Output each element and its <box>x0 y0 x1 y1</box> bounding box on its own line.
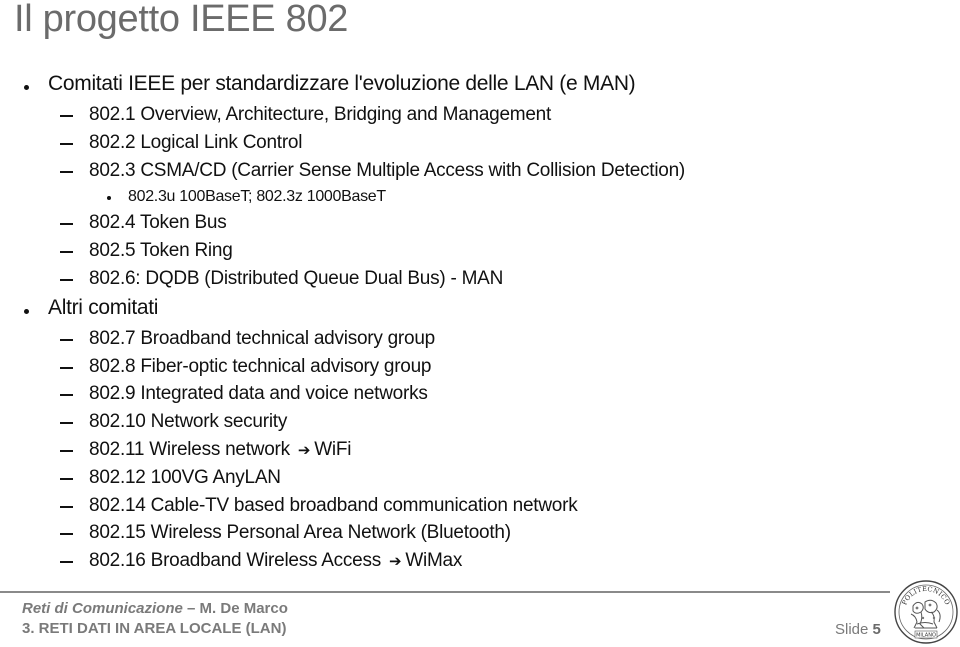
arrow-target-text: WiMax <box>405 550 463 571</box>
dash-icon <box>60 367 73 369</box>
sub-bullet-text: 802.2 Logical Link Control <box>89 132 303 153</box>
sub-bullet-text: 802.8 Fiber-optic technical advisory gro… <box>89 356 432 377</box>
sub-bullet-line: 802.11 Wireless network ➔ WiFi <box>89 439 351 461</box>
slide-number: Slide 5 <box>835 621 881 638</box>
sub-bullet-text: 802.10 Network security <box>89 411 288 432</box>
sub-sub-bullet-text: 802.3u 100BaseT; 802.3z 1000BaseT <box>128 188 386 205</box>
dash-icon <box>60 143 73 145</box>
footer-separator: – <box>182 600 200 617</box>
bullet-text: Altri comitati <box>48 296 159 319</box>
bullet-icon <box>24 309 29 314</box>
sub-bullet-text: 802.16 Broadband Wireless Access <box>89 550 381 571</box>
dash-icon <box>60 450 73 452</box>
dash-icon <box>60 223 73 225</box>
right-arrow-icon: ➔ <box>297 441 311 459</box>
sub-bullet-text: 802.1 Overview, Architecture, Bridging a… <box>89 104 552 125</box>
footer-divider <box>0 591 480 593</box>
sub-bullet-text: 802.14 Cable-TV based broadband communic… <box>89 495 578 516</box>
right-arrow-icon: ➔ <box>388 552 402 570</box>
footer-divider <box>480 591 890 593</box>
bullet-icon <box>107 196 111 200</box>
sub-bullet-text: 802.3 CSMA/CD (Carrier Sense Multiple Ac… <box>89 160 686 181</box>
politecnico-logo-icon: POLITECNICO MILANO <box>894 580 958 644</box>
dash-icon <box>60 506 73 508</box>
dash-icon <box>60 561 73 563</box>
dash-icon <box>60 251 73 253</box>
sub-bullet-text: 802.11 Wireless network <box>89 439 290 460</box>
bullet-text: Comitati IEEE per standardizzare l'evolu… <box>48 72 636 95</box>
slide-label: Slide <box>835 621 873 638</box>
dash-icon <box>60 115 73 117</box>
sub-bullet-text: 802.4 Token Bus <box>89 212 227 233</box>
sub-bullet-text: 802.15 Wireless Personal Area Network (B… <box>89 522 511 543</box>
sub-bullet-text: 802.5 Token Ring <box>89 240 233 261</box>
slide-number-value: 5 <box>872 621 881 638</box>
slide-title: Il progetto IEEE 802 <box>14 0 349 40</box>
dash-icon <box>60 478 73 480</box>
author-name: M. De Marco <box>199 600 288 617</box>
sub-bullet-text: 802.6: DQDB (Distributed Queue Dual Bus)… <box>89 268 504 289</box>
dash-icon <box>60 339 73 341</box>
sub-bullet-text: 802.9 Integrated data and voice networks <box>89 383 428 404</box>
sub-bullet-line: 802.16 Broadband Wireless Access ➔ WiMax <box>89 550 462 572</box>
dash-icon <box>60 533 73 535</box>
arrow-target-text: WiFi <box>314 439 352 460</box>
dash-icon <box>60 394 73 396</box>
footer-course-line: Reti di Comunicazione – M. De Marco <box>22 600 288 617</box>
bullet-icon <box>24 85 29 90</box>
sub-bullet-text: 802.12 100VG AnyLAN <box>89 467 281 488</box>
sub-bullet-text: 802.7 Broadband technical advisory group <box>89 328 435 349</box>
logo-bottom-text: MILANO <box>916 633 936 639</box>
chapter-title: 3. RETI DATI IN AREA LOCALE (LAN) <box>22 620 287 637</box>
dash-icon <box>60 279 73 281</box>
dash-icon <box>60 422 73 424</box>
dash-icon <box>60 171 73 173</box>
course-name: Reti di Comunicazione <box>22 600 183 617</box>
